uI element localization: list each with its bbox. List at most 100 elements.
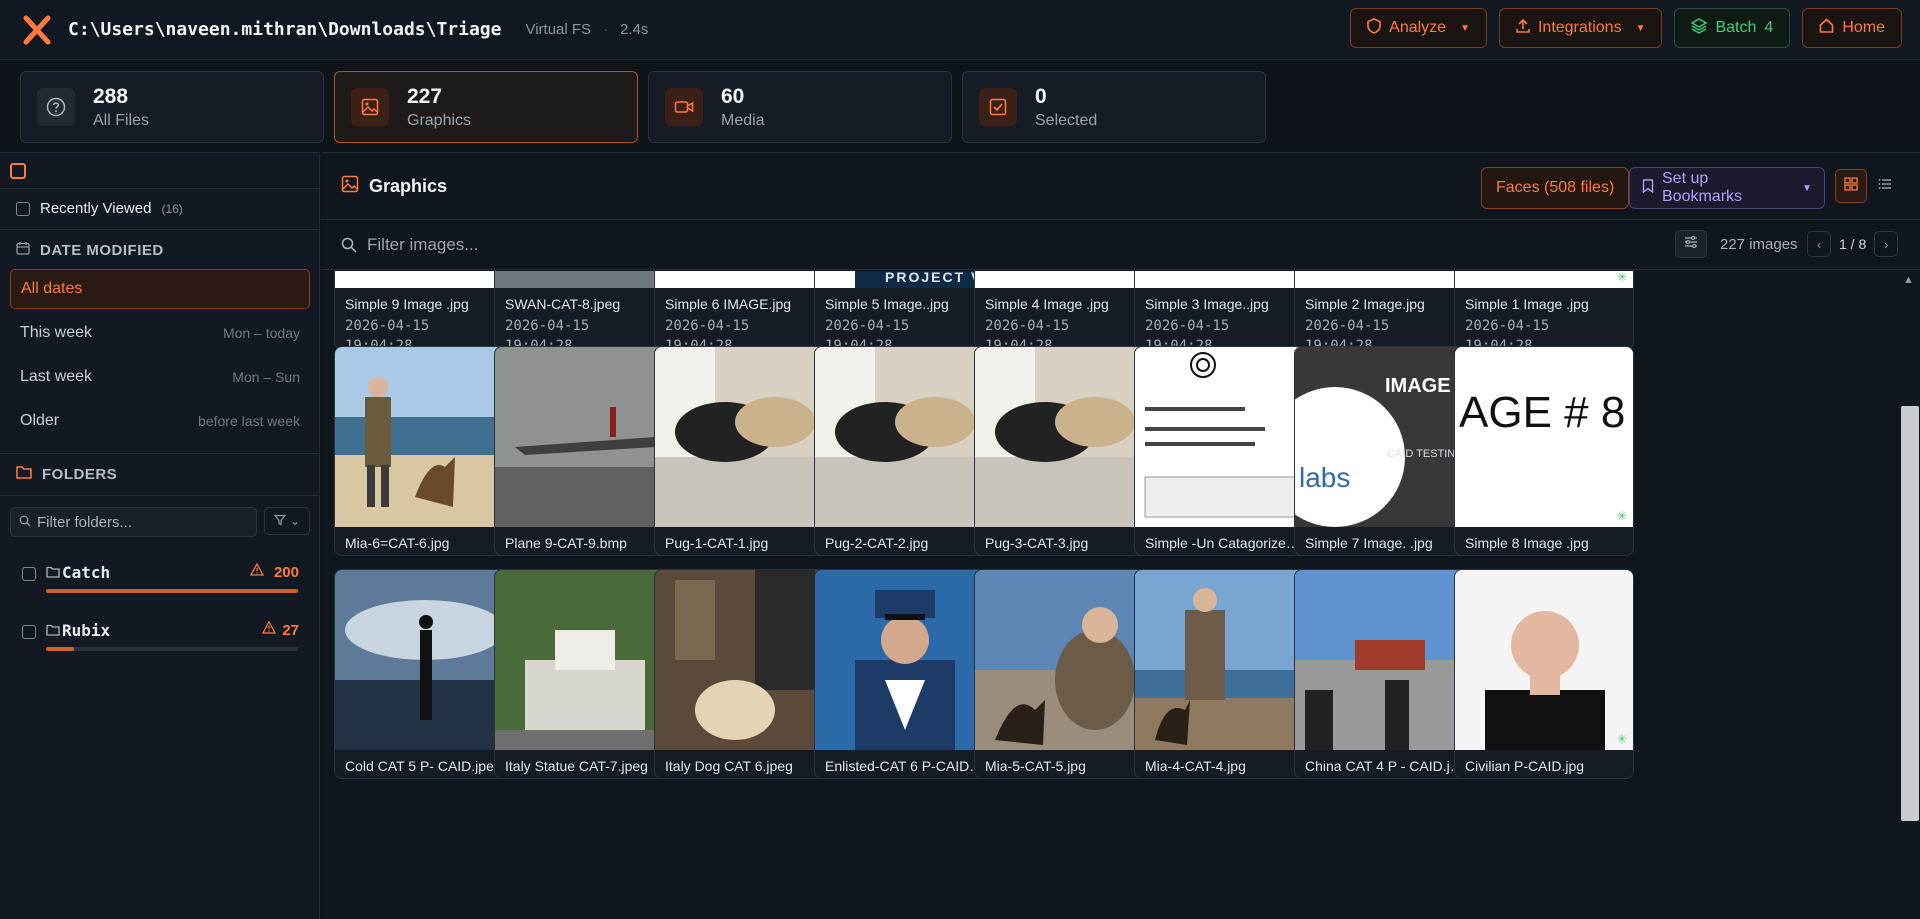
folder-checkbox[interactable] xyxy=(22,567,36,581)
folder-progress xyxy=(46,647,298,651)
home-button[interactable]: Home xyxy=(1802,8,1902,48)
image-card[interactable]: ✳Italy Statue CAT-7.jpeg2026-04-1519:04:… xyxy=(494,569,674,779)
file-name: Simple 6 IMAGE.jpg xyxy=(665,296,792,312)
file-date: 2026-04-1519:04:27 xyxy=(825,778,909,779)
batch-button[interactable]: Batch 4 xyxy=(1674,8,1791,48)
image-card[interactable]: ✳ Civilian P-CAID.jpg 2026-04-1519:04:27 xyxy=(1454,569,1634,779)
folder-checkbox[interactable] xyxy=(22,625,36,639)
stat-media[interactable]: 60 Media xyxy=(648,71,952,143)
image-card[interactable]: ✳Italy Dog CAT 6.jpeg2026-04-1519:04:27 xyxy=(654,569,834,779)
date-option-all[interactable]: All dates xyxy=(10,269,310,309)
image-thumbnail[interactable] xyxy=(975,347,1153,527)
image-thumbnail[interactable] xyxy=(815,570,993,750)
integrations-button[interactable]: Integrations ▼ xyxy=(1498,8,1663,48)
next-page-button[interactable]: › xyxy=(1874,231,1899,257)
collapse-sidebar-icon[interactable] xyxy=(10,163,26,179)
image-card[interactable]: ✳Cold CAT 5 P- CAID.jpeg2026-04-1519:04:… xyxy=(334,569,514,779)
stat-all-files[interactable]: 288 All Files xyxy=(20,71,324,143)
image-card[interactable]: ✳Simple 6 IMAGE.jpg2026-04-1519:04:28 xyxy=(654,271,834,350)
image-card[interactable]: ✳ Simple 1 Image .jpg 2026-04-15 19:04:28 xyxy=(1454,271,1634,350)
list-view-button[interactable] xyxy=(1869,169,1901,203)
folder-icon xyxy=(16,465,32,484)
image-thumbnail[interactable] xyxy=(1295,271,1473,288)
app-logo[interactable] xyxy=(22,15,52,45)
stat-label: All Files xyxy=(93,111,150,129)
image-thumbnail[interactable] xyxy=(655,347,833,527)
image-card[interactable]: ✳Pug-2-CAT-2.jpg2026-04-1519:04:28 xyxy=(814,346,994,556)
warning-icon xyxy=(249,562,265,581)
folder-filter-menu-button[interactable]: ⌄ xyxy=(264,507,310,535)
faces-button[interactable]: Faces (508 files) xyxy=(1481,167,1630,209)
scrollbar-thumb[interactable] xyxy=(1901,406,1919,821)
stat-graphics[interactable]: 227 Graphics xyxy=(334,71,638,143)
image-card[interactable]: IMAGE #CAID TESTINGlabs✳Simple 7 Image. … xyxy=(1294,346,1474,556)
date-section-header: DATE MODIFIED xyxy=(16,241,164,260)
date-option-label: All dates xyxy=(21,280,83,297)
file-date: 2026-04-1519:04:27 xyxy=(985,778,1069,779)
image-thumbnail[interactable] xyxy=(335,271,513,288)
image-card[interactable]: ✳Mia-6=CAT-6.jpg2026-04-1519:04:28 xyxy=(334,346,514,556)
image-thumbnail[interactable] xyxy=(975,271,1153,288)
sparkle-icon: ✳ xyxy=(1616,271,1627,284)
fs-label: Virtual FS xyxy=(525,21,592,38)
image-card[interactable]: ✳Pug-3-CAT-3.jpg2026-04-1519:04:28 xyxy=(974,346,1154,556)
recently-viewed[interactable]: Recently Viewed (16) xyxy=(16,200,183,217)
image-thumbnail[interactable] xyxy=(1135,271,1313,288)
image-card[interactable]: ✳Simple 4 Image .jpg2026-04-1519:04:28 xyxy=(974,271,1154,350)
file-date-day: 2026-04-15 xyxy=(825,555,909,556)
image-card[interactable]: ✳Pug-1-CAT-1.jpg2026-04-1519:04:28 xyxy=(654,346,834,556)
image-thumbnail[interactable] xyxy=(495,570,673,750)
image-thumbnail[interactable] xyxy=(335,347,513,527)
date-option-this-week[interactable]: This week Mon – today xyxy=(10,313,310,353)
file-date: 2026-04-1519:04:28 xyxy=(825,316,909,349)
filter-settings-button[interactable] xyxy=(1675,230,1707,258)
image-thumbnail[interactable]: AGE # 8 xyxy=(1455,347,1633,527)
image-card[interactable]: ✳Simple 3 Image..jpg2026-04-1519:04:28 xyxy=(1134,271,1314,350)
image-search-bar[interactable]: Filter images... 227 images ‹ 1 / 8 › xyxy=(321,220,1920,270)
image-card[interactable]: ✳Enlisted-CAT 6 P-CAID.jpg2026-04-1519:0… xyxy=(814,569,994,779)
file-name: Mia-5-CAT-5.jpg xyxy=(985,758,1086,774)
scroll-up-icon[interactable]: ▲ xyxy=(1903,274,1914,286)
grid-view-button[interactable] xyxy=(1835,169,1867,203)
image-thumbnail[interactable]: PROJECT V xyxy=(815,271,993,288)
image-card[interactable]: ✳Simple 9 Image .jpg2026-04-1519:04:28 xyxy=(334,271,514,350)
image-thumbnail[interactable] xyxy=(975,570,1153,750)
date-option-last-week[interactable]: Last week Mon – Sun xyxy=(10,357,310,397)
image-card[interactable]: AGE # 8 ✳ Simple 8 Image .jpg 2026-04-1519:… xyxy=(1454,346,1634,556)
image-card[interactable]: ✳SWAN-CAT-8.jpeg2026-04-1519:04:28 xyxy=(494,271,674,350)
file-name: Cold CAT 5 P- CAID.jpeg xyxy=(345,758,502,774)
file-date: 2026-04-1519:04:28 xyxy=(665,316,749,349)
image-thumbnail[interactable] xyxy=(1135,347,1313,527)
image-card[interactable]: ✳Mia-4-CAT-4.jpg2026-04-1519:04:27 xyxy=(1134,569,1314,779)
image-thumbnail[interactable] xyxy=(335,570,513,750)
image-card[interactable]: ✳Simple 2 Image.jpg2026-04-1519:04:28 xyxy=(1294,271,1474,350)
image-thumbnail[interactable] xyxy=(1135,570,1313,750)
image-card[interactable]: ✳Simple -Un Catagorized...2026-04-1519:0… xyxy=(1134,346,1314,556)
recently-viewed-checkbox[interactable] xyxy=(16,201,30,216)
file-date: 2026-04-1519:04:28 xyxy=(1305,316,1389,349)
image-thumbnail[interactable] xyxy=(495,271,673,288)
folder-item-catch[interactable]: Catch 200 xyxy=(22,557,302,597)
analyze-button[interactable]: Analyze ▼ xyxy=(1350,8,1487,48)
folder-item-rubix[interactable]: Rubix 27 xyxy=(22,615,302,655)
date-option-hint: before last week xyxy=(198,413,300,429)
image-thumbnail[interactable]: IMAGE # CAID TESTING labs xyxy=(1295,347,1473,527)
prev-page-button[interactable]: ‹ xyxy=(1807,231,1831,257)
date-option-older[interactable]: Older before last week xyxy=(10,401,310,441)
bookmarks-button[interactable]: Set up Bookmarks ▼ xyxy=(1629,167,1825,209)
current-path: C:\Users\naveen.mithran\Downloads\Triage xyxy=(68,19,502,40)
image-thumbnail[interactable] xyxy=(1455,570,1633,750)
image-thumbnail[interactable] xyxy=(495,347,673,527)
caret-down-icon: ▼ xyxy=(1460,22,1470,34)
image-card[interactable]: ✳Mia-5-CAT-5.jpg2026-04-1519:04:27 xyxy=(974,569,1154,779)
image-card[interactable]: ✳Plane 9-CAT-9.bmp2026-04-1519:04:28 xyxy=(494,346,674,556)
image-thumbnail[interactable] xyxy=(1295,570,1473,750)
folder-filter-input[interactable]: Filter folders... xyxy=(10,507,257,537)
image-thumbnail[interactable] xyxy=(655,271,833,288)
image-thumbnail[interactable] xyxy=(655,570,833,750)
image-thumbnail[interactable] xyxy=(1455,271,1633,288)
image-thumbnail[interactable] xyxy=(815,347,993,527)
image-card[interactable]: PROJECT V✳Simple 5 Image..jpg2026-04-151… xyxy=(814,271,994,350)
image-card[interactable]: ✳China CAT 4 P - CAID.jpeg2026-04-1519:0… xyxy=(1294,569,1474,779)
stat-selected[interactable]: 0 Selected xyxy=(962,71,1266,143)
